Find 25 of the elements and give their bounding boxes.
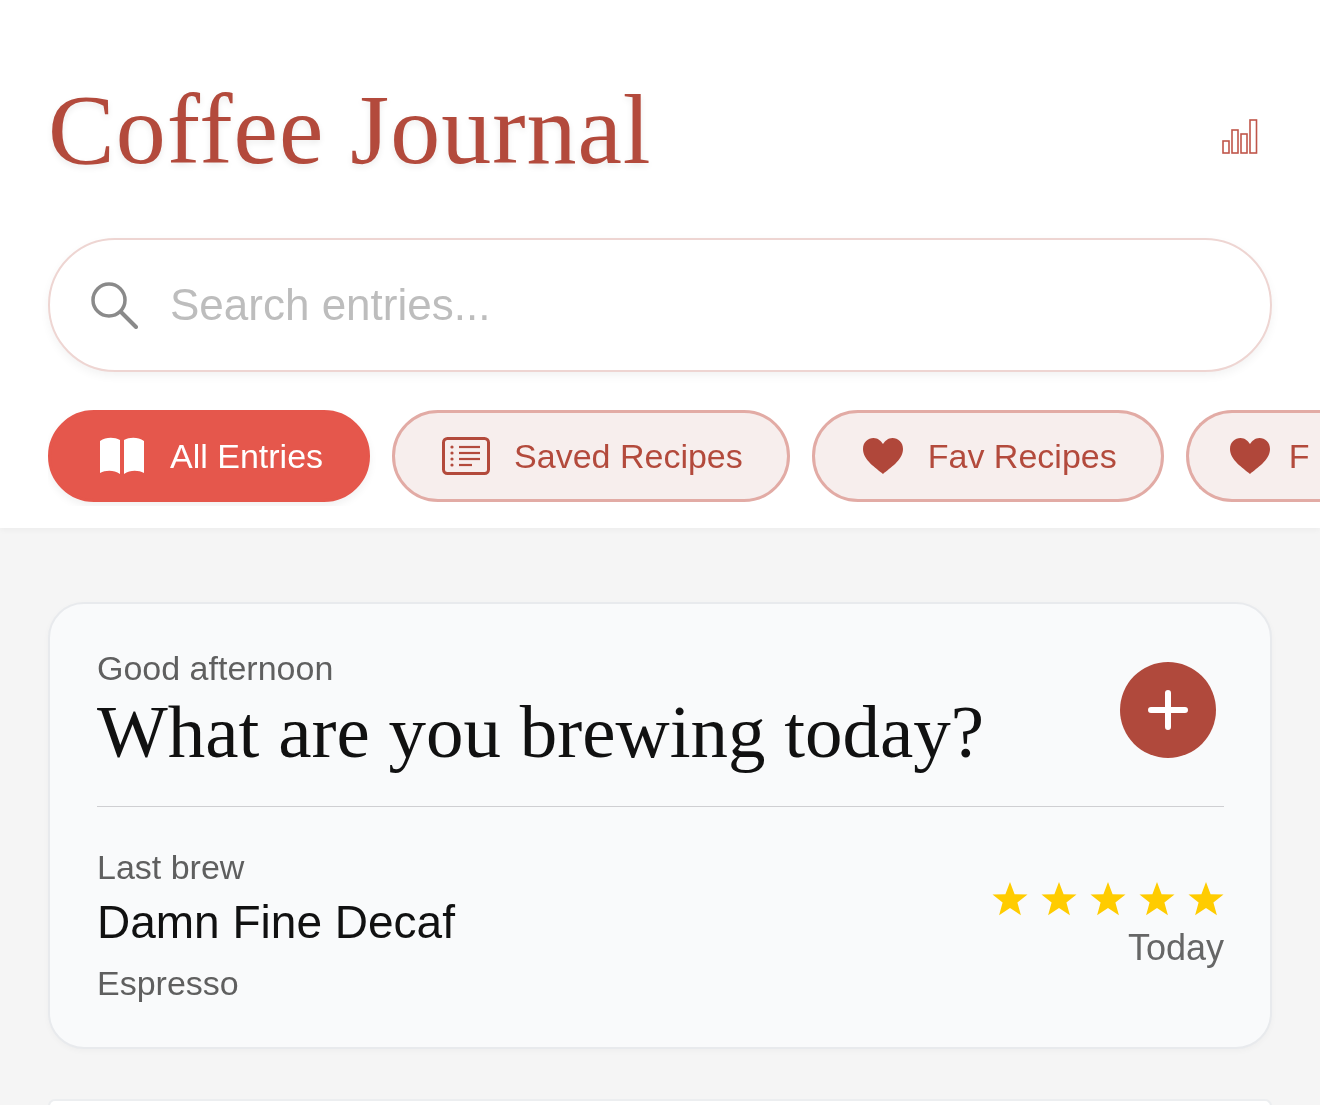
star-icon	[992, 882, 1028, 917]
filter-chip[interactable]: Saved Recipes	[392, 410, 790, 502]
heart-icon	[861, 437, 904, 475]
star-icon	[1188, 882, 1224, 917]
star-icon	[1090, 882, 1126, 917]
prompt-heading: What are you brewing today?	[97, 692, 985, 772]
heart-icon	[1228, 437, 1271, 475]
list-icon	[442, 437, 491, 475]
stats-button[interactable]	[1222, 119, 1258, 155]
filter-chip[interactable]: F	[1185, 410, 1320, 502]
brew-method: Espresso	[97, 962, 240, 1004]
search-field[interactable]: Search entries...	[48, 238, 1272, 372]
bar-chart-icon	[1222, 119, 1258, 155]
open-book-icon	[98, 437, 146, 475]
star-icon	[1041, 882, 1077, 917]
filter-chip[interactable]: All Entries	[48, 410, 371, 502]
filter-chip[interactable]: Fav Recipes	[811, 410, 1164, 502]
brew-name: Damn Fine Decaf	[97, 895, 455, 951]
app-title: Coffee Journal	[48, 80, 652, 180]
plus-icon	[1148, 689, 1188, 730]
brew-date: Today	[1127, 928, 1224, 968]
greeting-text: Good afternoon	[97, 648, 335, 689]
last-brew-label: Last brew	[97, 846, 246, 888]
search-icon	[90, 281, 138, 329]
star-icon	[1139, 882, 1175, 917]
